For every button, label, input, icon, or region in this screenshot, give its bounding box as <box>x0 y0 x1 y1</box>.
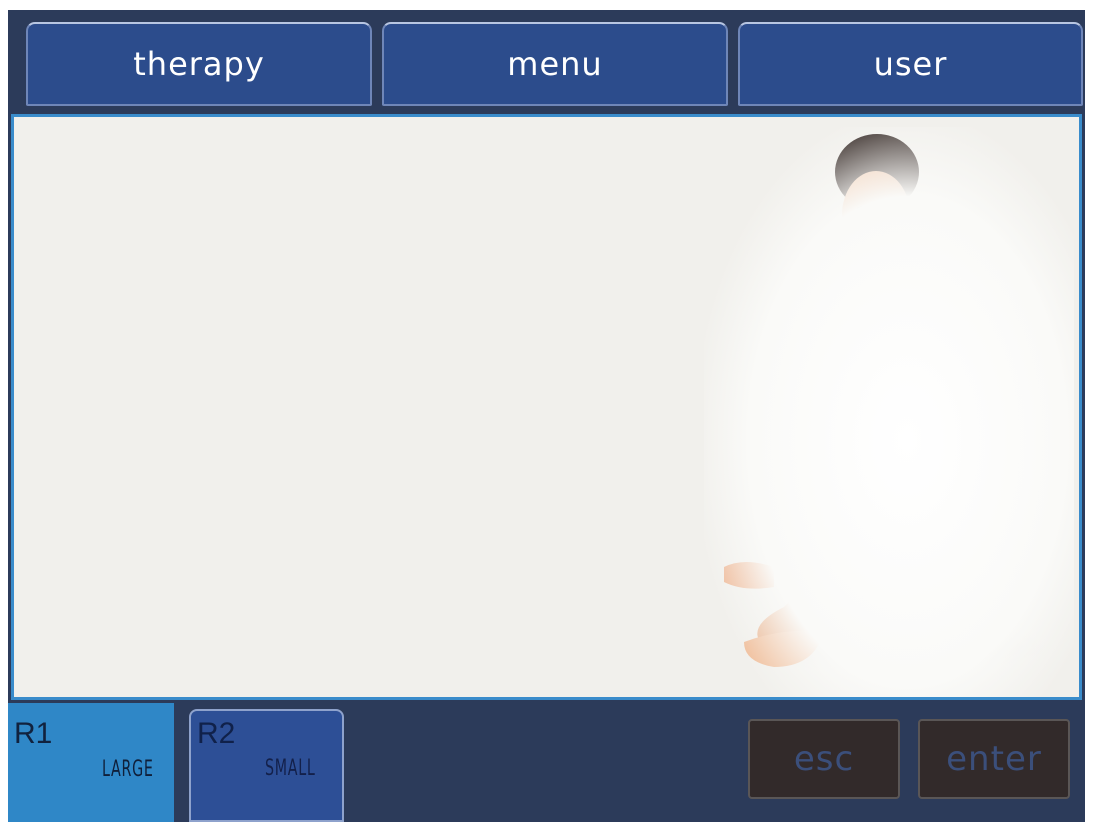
bottom-bar: R1 LARGE R2 SMALL esc enter <box>8 703 1085 822</box>
tab-therapy[interactable]: therapy <box>26 22 372 106</box>
content-panel <box>11 114 1082 700</box>
handpiece-r2-size: SMALL <box>265 756 316 781</box>
tab-menu[interactable]: menu <box>382 22 728 106</box>
handpiece-r2-tab[interactable]: R2 SMALL <box>189 709 344 822</box>
device-screen: therapy menu user R1 LARGE R2 SMALL esc … <box>8 10 1085 822</box>
handpiece-r1-size: LARGE <box>102 757 154 782</box>
esc-button[interactable]: esc <box>748 719 900 799</box>
top-tab-bar: therapy menu user <box>8 10 1085 110</box>
tab-user[interactable]: user <box>738 22 1083 106</box>
handpiece-r1-name: R1 <box>14 717 53 750</box>
handpiece-r1-tab[interactable]: R1 LARGE <box>8 703 174 822</box>
model-illustration <box>704 127 1074 697</box>
enter-button[interactable]: enter <box>918 719 1070 799</box>
handpiece-r2-name: R2 <box>197 717 236 750</box>
